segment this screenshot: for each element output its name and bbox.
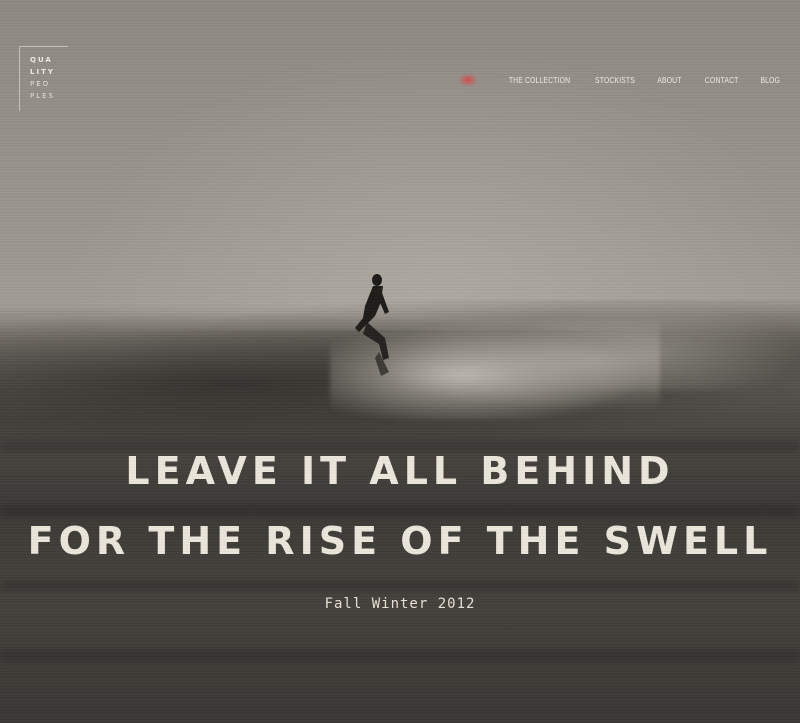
nav-item-contact[interactable]: CONTACT <box>705 76 739 85</box>
logo[interactable]: QUA LITY PEO PLES <box>19 46 68 111</box>
water-streak <box>0 505 800 517</box>
main-nav: THE COLLECTION STOCKISTS ABOUT CONTACT B… <box>457 73 780 87</box>
headline-line-2: FOR THE RISE OF THE SWELL <box>27 519 773 563</box>
logo-text-line: LITY <box>30 68 55 76</box>
surfer-silhouette <box>355 274 389 376</box>
nav-item-collection[interactable]: THE COLLECTION <box>509 76 570 85</box>
logo-text-line: QUA <box>30 56 53 64</box>
home-icon[interactable] <box>457 73 478 87</box>
logo-text-line: PEO <box>30 80 51 88</box>
wave-foam-right <box>500 300 800 390</box>
nav-item-stockists[interactable]: STOCKISTS <box>595 76 635 85</box>
hero-section: QUA LITY PEO PLES THE COLLECTION STOCKIS… <box>0 0 800 723</box>
water-streak <box>0 650 800 662</box>
nav-item-blog[interactable]: BLOG <box>760 76 780 85</box>
nav-item-about[interactable]: ABOUT <box>657 76 681 85</box>
sky-background <box>0 0 800 330</box>
season-subtitle: Fall Winter 2012 <box>324 596 476 612</box>
headline-line-1: LEAVE IT ALL BEHIND <box>125 449 675 493</box>
water-streak <box>0 580 800 592</box>
logo-text-line: PLES <box>30 92 55 100</box>
